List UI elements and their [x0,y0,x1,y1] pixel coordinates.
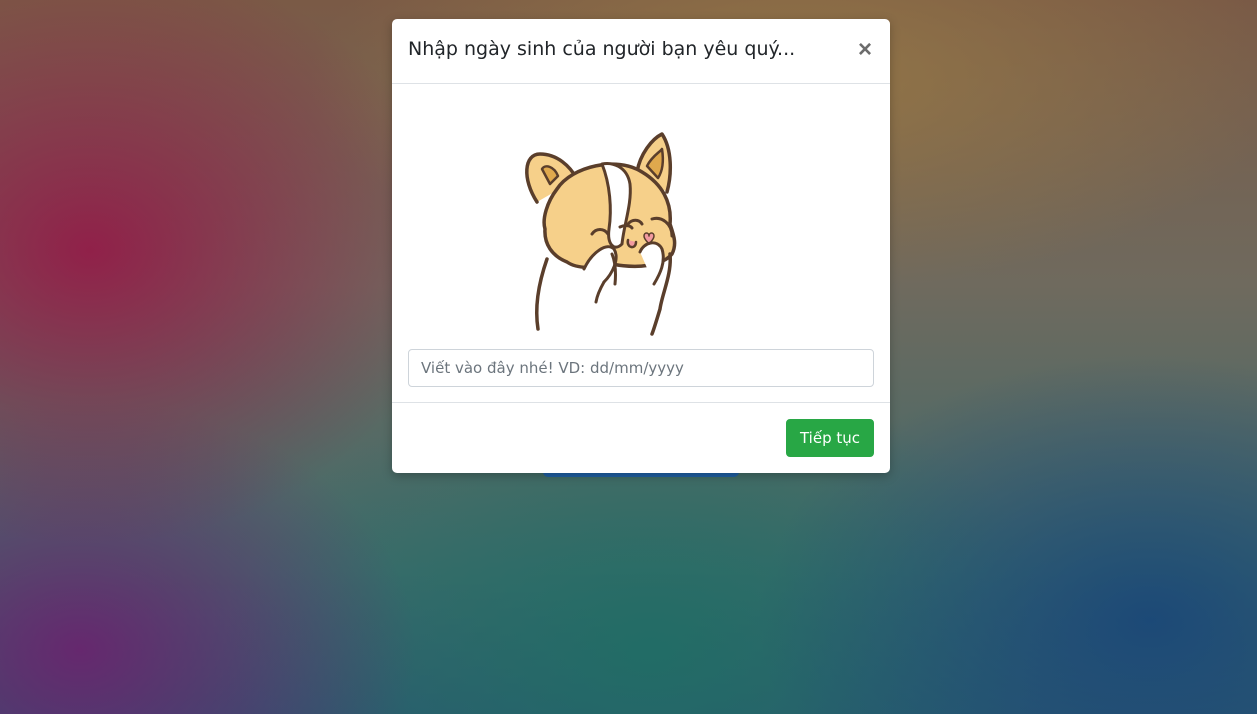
close-button[interactable]: × [854,37,876,63]
modal-title: Nhập ngày sinh của người bạn yêu quý... [408,38,796,60]
birthday-input[interactable] [408,349,874,387]
continue-button[interactable]: Tiếp tục [785,419,874,457]
corgi-illustration [525,132,677,336]
birthday-modal: Nhập ngày sinh của người bạn yêu quý... … [392,19,890,473]
modal-body [392,84,890,403]
modal-footer: Tiếp tục [392,403,890,473]
modal-header: Nhập ngày sinh của người bạn yêu quý... … [392,19,890,84]
